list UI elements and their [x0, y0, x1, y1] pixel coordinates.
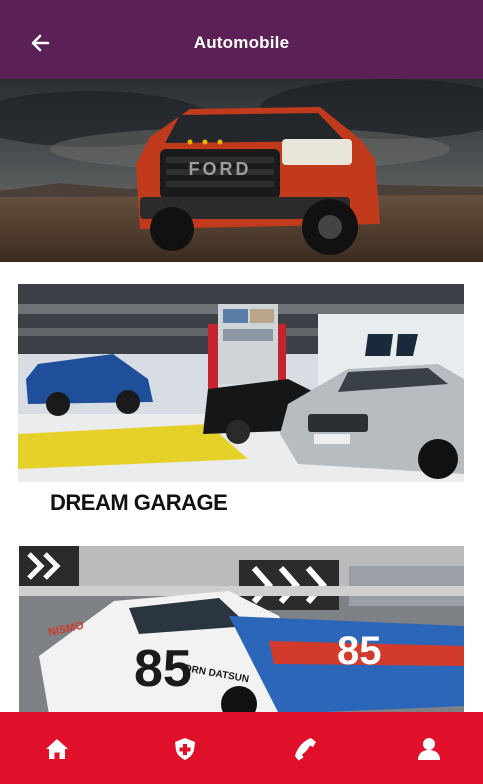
- svg-text:85: 85: [134, 640, 192, 698]
- svg-text:85: 85: [337, 629, 382, 673]
- bottom-nav: [0, 712, 483, 784]
- card-label-dream-garage[interactable]: DREAM GARAGE: [50, 490, 228, 516]
- race-car-85-photo: 85 85 NISMO DRN DATSUN: [19, 546, 464, 714]
- nav-home-button[interactable]: [42, 734, 72, 764]
- nav-profile-button[interactable]: [414, 734, 444, 764]
- app-bar: Automobile: [0, 0, 483, 79]
- page-title: Automobile: [193, 33, 290, 52]
- dream-garage-card[interactable]: [18, 284, 464, 482]
- nav-phone-button[interactable]: [291, 734, 321, 764]
- red-pickup-truck-photo: FORD: [0, 79, 483, 262]
- garage-workshop-photo: [18, 284, 464, 482]
- nav-medical-button[interactable]: [170, 734, 200, 764]
- race-car-card[interactable]: 85 85 NISMO DRN DATSUN: [19, 546, 464, 714]
- svg-text:FORD: FORD: [189, 159, 252, 179]
- home-icon: [46, 739, 68, 759]
- hero-image: FORD: [0, 79, 483, 262]
- phone-icon: [295, 738, 316, 761]
- medical-shield-icon: [175, 738, 195, 760]
- user-icon: [418, 738, 440, 760]
